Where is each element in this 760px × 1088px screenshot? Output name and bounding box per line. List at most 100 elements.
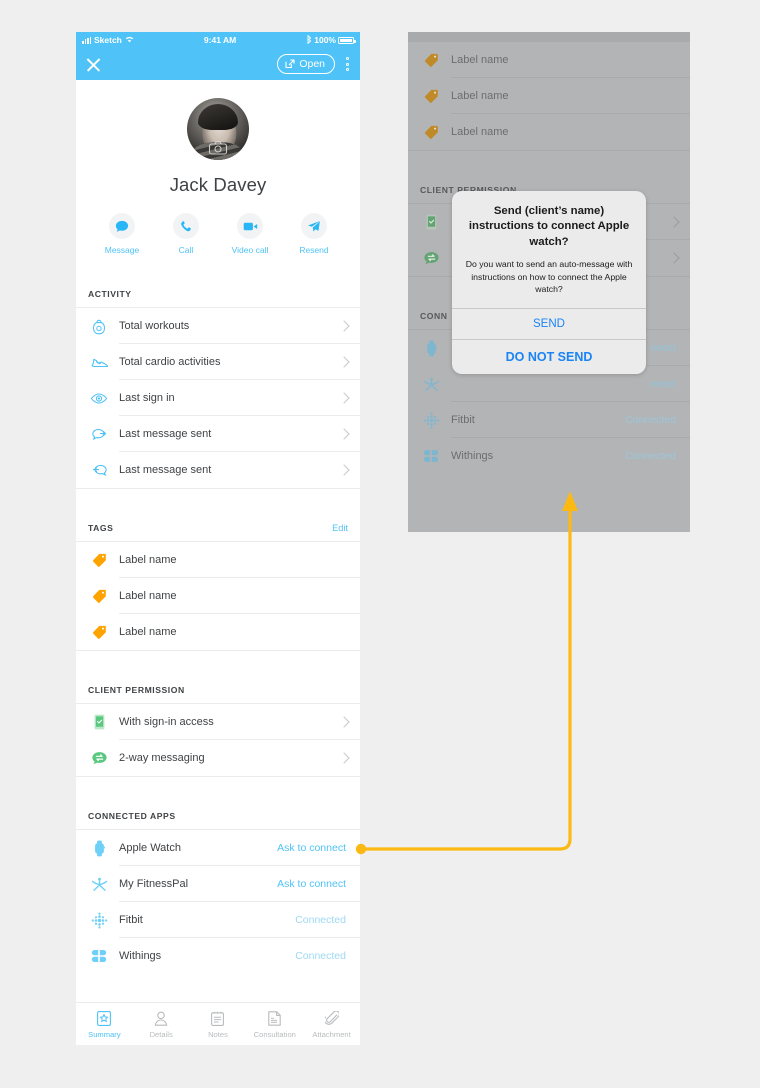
row-two-way-messaging[interactable]: 2-way messaging	[76, 740, 360, 776]
summary-star-icon	[77, 1009, 131, 1027]
apple-watch-status[interactable]: nnect	[650, 342, 676, 354]
chevron-right-icon	[338, 428, 350, 440]
quick-actions: Message Call Video call Resend	[76, 213, 360, 255]
send-paper-plane-icon	[301, 213, 327, 239]
row-label: Label name	[451, 126, 509, 138]
row-total-cardio[interactable]: Total cardio activities	[76, 344, 360, 380]
row-sign-in-access[interactable]: With sign-in access	[76, 704, 360, 740]
withings-status: Connected	[295, 950, 346, 962]
row-fitbit[interactable]: Fitbit Connected	[76, 902, 360, 938]
alert-send-button[interactable]: SEND	[452, 308, 646, 339]
action-video-call-label: Video call	[231, 245, 269, 255]
panel-row-fitbit[interactable]: Fitbit Connected	[408, 402, 690, 438]
action-call-label: Call	[178, 245, 194, 255]
row-label: With sign-in access	[119, 716, 214, 728]
camera-icon[interactable]	[208, 141, 228, 155]
section-gap	[76, 777, 360, 803]
chevron-right-icon	[338, 356, 350, 368]
open-button[interactable]: Open	[277, 54, 335, 74]
tab-notes-label: Notes	[208, 1030, 228, 1039]
tab-details-label: Details	[149, 1030, 173, 1039]
tab-summary[interactable]: Summary	[77, 1009, 131, 1039]
kebab-menu-icon[interactable]	[344, 55, 351, 72]
avatar-hair	[198, 104, 238, 131]
row-label: Last sign in	[119, 392, 175, 404]
row-label: Label name	[119, 626, 177, 638]
fitbit-status: Connected	[625, 414, 676, 426]
row-label: Total workouts	[119, 320, 190, 332]
profile-header: Jack Davey	[76, 80, 360, 196]
alert-body: Send (client’s name) instructions to con…	[452, 191, 646, 308]
section-gap	[76, 489, 360, 515]
row-label: Last message sent	[119, 428, 212, 440]
row-label: Withings	[451, 450, 494, 462]
tab-attachment[interactable]: Attachment	[305, 1009, 359, 1039]
row-label: Withings	[119, 950, 162, 962]
myfitnesspal-status[interactable]: nnect	[650, 378, 676, 390]
phone-mockup: Sketch 9:41 AM 100% Open Jack Davey Mess…	[76, 32, 360, 1045]
tag-row[interactable]: Label name	[76, 578, 360, 614]
row-label: 2-way messaging	[119, 752, 205, 764]
status-bar: Sketch 9:41 AM 100%	[76, 32, 360, 48]
tab-details[interactable]: Details	[134, 1009, 188, 1039]
row-label: My FitnessPal	[119, 878, 189, 890]
fitbit-status: Connected	[295, 914, 346, 926]
row-last-sign-in[interactable]: Last sign in	[76, 380, 360, 416]
alert-do-not-send-button[interactable]: DO NOT SEND	[452, 339, 646, 374]
row-last-message-received[interactable]: Last message sent	[76, 452, 360, 488]
row-myfitnesspal[interactable]: My FitnessPal Ask to connect	[76, 866, 360, 902]
close-icon[interactable]	[85, 56, 102, 73]
section-header-activity: ACTIVITY	[76, 281, 360, 308]
panel-tag-row[interactable]: Label name	[408, 78, 690, 114]
message-in-icon	[88, 464, 110, 477]
paperclip-icon	[305, 1009, 359, 1027]
chevron-right-icon	[338, 464, 350, 476]
open-button-label: Open	[299, 58, 325, 70]
action-message[interactable]: Message	[96, 213, 148, 255]
action-call[interactable]: Call	[160, 213, 212, 255]
row-apple-watch[interactable]: Apple Watch Ask to connect	[76, 830, 360, 866]
action-message-label: Message	[104, 245, 140, 255]
tab-consultation[interactable]: Consultation	[248, 1009, 302, 1039]
alert-message: Do you want to send an auto-message with…	[465, 259, 633, 295]
chevron-right-icon	[338, 392, 350, 404]
panel-tag-row[interactable]: Label name	[408, 114, 690, 150]
tag-row[interactable]: Label name	[76, 542, 360, 578]
myfitnesspal-status[interactable]: Ask to connect	[277, 878, 346, 890]
panel-top-edge	[408, 32, 690, 42]
section-gap	[76, 651, 360, 677]
action-video-call[interactable]: Video call	[224, 213, 276, 255]
row-label: Label name	[451, 90, 509, 102]
row-label: Label name	[119, 590, 177, 602]
action-resend-label: Resend	[299, 245, 329, 255]
external-link-icon	[285, 59, 295, 69]
tab-attachment-label: Attachment	[312, 1030, 351, 1039]
tab-notes[interactable]: Notes	[191, 1009, 245, 1039]
avatar[interactable]	[187, 98, 249, 160]
section-title: CONN	[420, 311, 448, 321]
phone-check-icon	[88, 714, 110, 730]
tag-row[interactable]: Label name	[76, 614, 360, 650]
section-gap	[76, 255, 360, 281]
apple-watch-status[interactable]: Ask to connect	[277, 842, 346, 854]
tags-edit-button[interactable]: Edit	[332, 523, 348, 533]
wifi-icon	[125, 35, 134, 45]
panel-tag-row[interactable]: Label name	[408, 42, 690, 78]
notepad-icon	[191, 1009, 245, 1027]
row-last-message-sent-out[interactable]: Last message sent	[76, 416, 360, 452]
tab-consultation-label: Consultation	[253, 1030, 296, 1039]
row-label: Fitbit	[451, 414, 475, 426]
carrier-label: Sketch	[94, 35, 122, 45]
row-total-workouts[interactable]: Total workouts	[76, 308, 360, 344]
phone-check-icon	[420, 214, 442, 230]
document-icon	[248, 1009, 302, 1027]
battery-icon	[338, 36, 356, 44]
person-icon	[134, 1009, 188, 1027]
row-withings[interactable]: Withings Connected	[76, 938, 360, 974]
action-resend[interactable]: Resend	[288, 213, 340, 255]
panel-row-withings[interactable]: Withings Connected	[408, 438, 690, 474]
row-label: Fitbit	[119, 914, 143, 926]
nav-bar: Open	[76, 48, 360, 80]
two-way-message-icon	[420, 251, 442, 266]
